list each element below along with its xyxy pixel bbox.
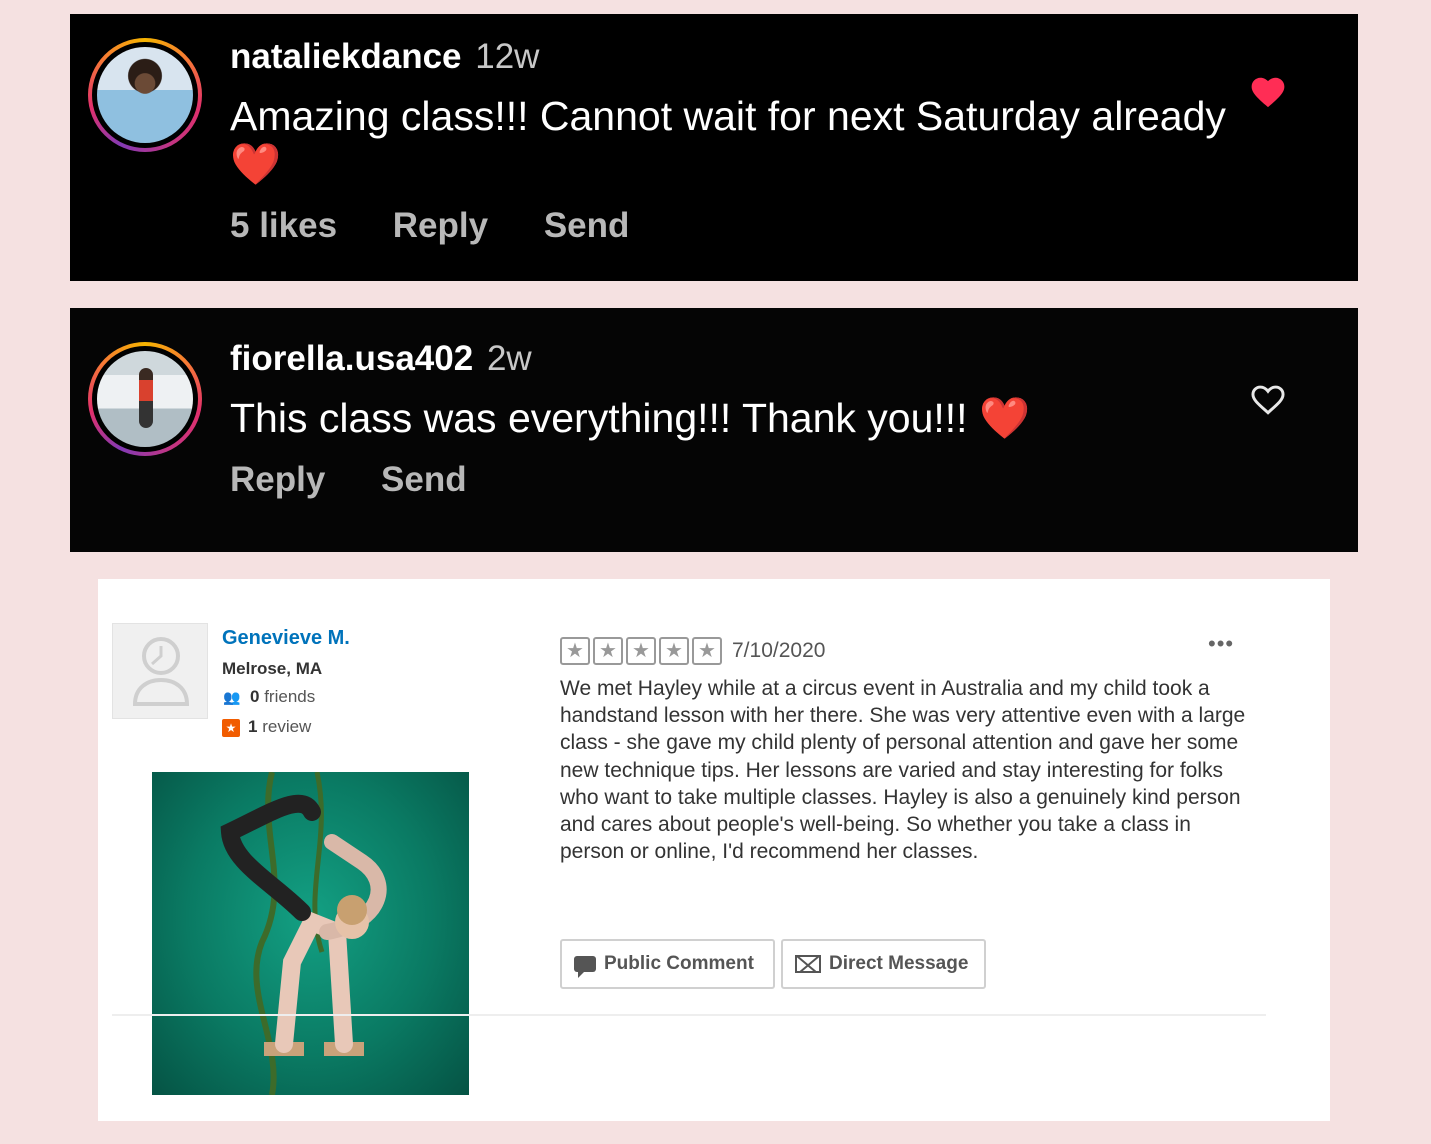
envelope-icon <box>795 955 821 973</box>
comment-actions: 5 likes Reply Send <box>230 206 1230 246</box>
friends-icon: 👥 <box>223 689 241 705</box>
avatar[interactable] <box>88 38 202 152</box>
public-comment-label: Public Comment <box>604 953 754 974</box>
reviews-count: 1 <box>248 717 258 736</box>
comment-timestamp: 2w <box>486 339 532 378</box>
star-icon: ★ <box>692 637 722 665</box>
comment-username[interactable]: nataliekdance <box>230 37 462 76</box>
heart-filled-icon[interactable] <box>1248 72 1288 115</box>
review-date: 7/10/2020 <box>732 639 826 662</box>
reviewer-location: Melrose, MA <box>222 659 323 678</box>
star-icon: ★ <box>626 637 656 665</box>
comment-timestamp: 12w <box>475 37 540 76</box>
comment-body: nataliekdance 12w Amazing class!!! Canno… <box>230 36 1230 246</box>
avatar-photo <box>97 351 193 447</box>
more-options-icon[interactable]: ••• <box>1208 631 1234 657</box>
comment-text: Amazing class!!! Cannot wait for next Sa… <box>230 92 1230 188</box>
divider <box>112 1014 1266 1016</box>
review-star-icon: ★ <box>222 719 240 737</box>
star-icon: ★ <box>593 637 623 665</box>
likes-count-link[interactable]: 5 likes <box>230 206 337 245</box>
reviewer-name[interactable]: Genevieve M. <box>222 627 350 650</box>
star-icon: ★ <box>659 637 689 665</box>
heart-outline-icon[interactable] <box>1248 380 1288 423</box>
comment-card-1: nataliekdance 12w Amazing class!!! Canno… <box>70 14 1358 281</box>
rating-stars: ★ ★ ★ ★ ★ <box>560 637 722 665</box>
comment-text-content: This class was everything!!! Thank you!!… <box>230 395 968 441</box>
red-heart-emoji-icon: ❤️ <box>230 141 282 187</box>
friends-label: friends <box>264 687 316 706</box>
comment-username[interactable]: fiorella.usa402 <box>230 339 473 378</box>
friends-stat: 👥 0 friends <box>222 687 315 707</box>
comment-card-2: fiorella.usa402 2w This class was everyt… <box>70 308 1358 552</box>
comment-text-content: Amazing class!!! Cannot wait for next Sa… <box>230 93 1226 139</box>
comment-actions: Reply Send <box>230 460 1230 500</box>
default-user-avatar-icon[interactable] <box>112 623 208 719</box>
avatar[interactable] <box>88 342 202 456</box>
reviews-stat: ★ 1 review <box>222 717 311 737</box>
reply-button[interactable]: Reply <box>230 460 325 499</box>
review-card: Genevieve M. Melrose, MA 👥 0 friends ★ 1 r… <box>98 579 1330 1121</box>
friends-count: 0 <box>250 687 260 706</box>
direct-message-button[interactable]: Direct Message <box>781 939 986 989</box>
red-heart-emoji-icon: ❤️ <box>978 395 1031 441</box>
review-photo[interactable] <box>152 772 469 1095</box>
send-button[interactable]: Send <box>381 460 467 499</box>
direct-message-label: Direct Message <box>829 953 969 974</box>
send-button[interactable]: Send <box>544 206 630 245</box>
comment-body: fiorella.usa402 2w This class was everyt… <box>230 338 1230 500</box>
reviews-label: review <box>262 717 312 736</box>
comment-text: This class was everything!!! Thank you!!… <box>230 394 1230 442</box>
star-icon: ★ <box>560 637 590 665</box>
public-comment-button[interactable]: Public Comment <box>560 939 775 989</box>
speech-bubble-icon <box>574 956 596 978</box>
reply-button[interactable]: Reply <box>393 206 488 245</box>
avatar-photo <box>97 47 193 143</box>
review-text: We met Hayley while at a circus event in… <box>560 677 1246 864</box>
